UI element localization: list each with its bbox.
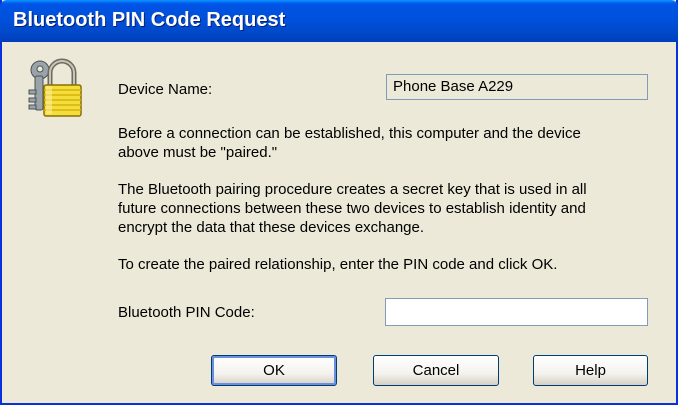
bluetooth-pin-dialog: Bluetooth PIN Code Request Device Name: …: [0, 0, 678, 405]
pairing-description-line-2: future connections between these two dev…: [118, 200, 586, 217]
lock-keys-icon: [28, 58, 82, 117]
device-name-label: Device Name:: [118, 81, 213, 98]
pin-code-label: Bluetooth PIN Code:: [118, 304, 255, 321]
help-button[interactable]: Help: [533, 355, 648, 386]
dialog-title: Bluetooth PIN Code Request: [13, 9, 286, 31]
ok-button[interactable]: OK: [211, 355, 337, 386]
pairing-description-line-1: The Bluetooth pairing procedure creates …: [118, 181, 587, 198]
device-name-field: Phone Base A229: [386, 74, 648, 100]
title-bar[interactable]: Bluetooth PIN Code Request: [0, 0, 678, 42]
pairing-intro-line-2: above must be "paired.": [118, 144, 278, 161]
pin-code-input[interactable]: [385, 298, 648, 326]
cancel-button[interactable]: Cancel: [373, 355, 499, 386]
pairing-description-line-3: encrypt the data that these devices exch…: [118, 219, 425, 236]
pin-instructions: To create the paired relationship, enter…: [118, 256, 558, 273]
pairing-intro-line-1: Before a connection can be established, …: [118, 125, 581, 142]
